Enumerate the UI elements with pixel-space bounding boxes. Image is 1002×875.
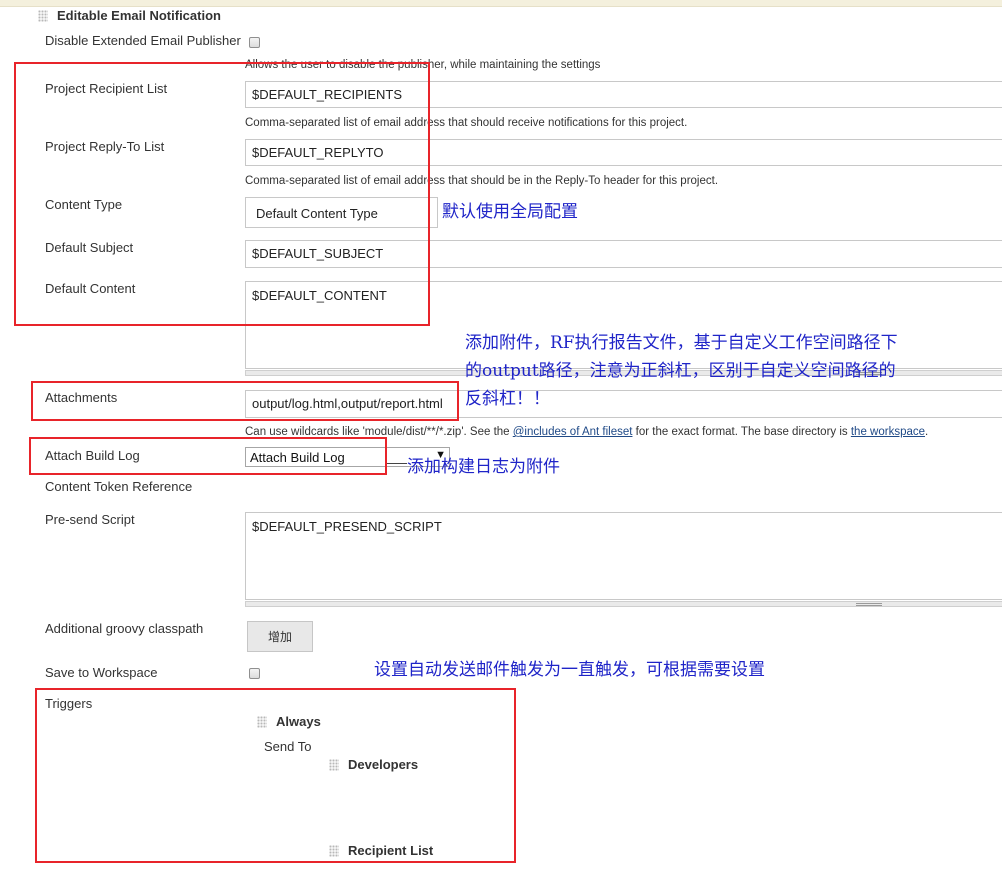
save-workspace-label: Save to Workspace (45, 665, 158, 680)
workspace-link[interactable]: the workspace (851, 426, 925, 438)
drag-handle-icon[interactable] (38, 10, 48, 22)
annotation-box-global-config (14, 62, 430, 326)
disable-publisher-label: Disable Extended Email Publisher (45, 33, 241, 48)
add-classpath-button[interactable]: 增加 (247, 621, 313, 652)
annotation-build-log: 添加构建日志为附件 (407, 457, 560, 477)
annotation-trigger: 设置自动发送邮件触发为一直触发，可根据需要设置 (374, 660, 765, 680)
section-title: Editable Email Notification (57, 8, 221, 23)
annotation-box-attachments (31, 381, 459, 421)
presend-script-label: Pre-send Script (45, 512, 135, 527)
annotation-global-config: 默认使用全局配置 (442, 202, 578, 222)
annotation-attachments: 添加附件，RF执行报告文件，基于自定义工作空间路径下 的output路径，注意为… (465, 333, 898, 409)
groovy-classpath-label: Additional groovy classpath (45, 621, 204, 636)
presend-script-resize-bar[interactable] (245, 601, 1002, 607)
presend-script-textarea[interactable]: $DEFAULT_PRESEND_SCRIPT (245, 512, 1002, 600)
save-workspace-checkbox[interactable] (249, 668, 260, 679)
annotation-connector (387, 463, 407, 464)
ant-fileset-link[interactable]: @includes of Ant fileset (513, 426, 633, 438)
top-divider (0, 0, 1002, 7)
disable-publisher-checkbox[interactable] (249, 37, 260, 48)
annotation-box-triggers (35, 688, 516, 863)
content-token-label: Content Token Reference (45, 479, 193, 494)
annotation-box-build-log (29, 437, 387, 475)
